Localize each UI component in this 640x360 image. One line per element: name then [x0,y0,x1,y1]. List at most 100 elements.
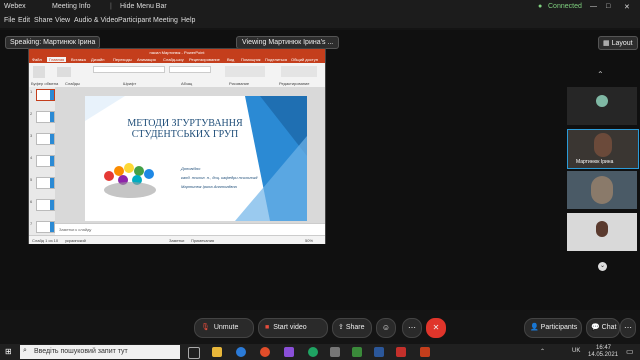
participant-tile[interactable] [567,171,637,209]
new-slide-icon[interactable] [57,67,71,77]
font-selector[interactable] [93,66,165,73]
file-explorer-icon[interactable] [212,347,222,357]
word-icon[interactable] [374,347,384,357]
slide-thumbnail[interactable] [36,111,55,123]
reactions-icon[interactable]: ☺ [376,318,396,338]
taskbar-search-box[interactable]: ⌕ Введіть пошуковий запит тут [20,345,180,359]
windows-taskbar: ⊞ ⌕ Введіть пошуковий запит тут ⌃ UK 16:… [0,344,640,360]
app-icon[interactable] [284,347,294,357]
ppt-tab[interactable]: Файл [32,57,42,62]
current-slide[interactable]: МЕТОДИ ЗГУРТУВАННЯ СТУДЕНТСЬКИХ ГРУП Доп… [85,96,307,221]
tray-arrow-icon[interactable]: ⌃ [540,348,545,355]
slide-thumbnail[interactable] [36,199,55,211]
chat-icon: 💬 [591,324,600,331]
paragraph-controls[interactable] [169,66,211,73]
title-bar: Webex Meeting Info | Hide Menu Bar ● Con… [0,0,640,14]
thumb-number: 3 [30,133,33,138]
unmute-button[interactable]: 🎙 Unmute [194,318,254,338]
start-video-button[interactable]: ■ Start video [258,318,328,338]
ppt-tab[interactable]: Дизайн [91,57,104,62]
participant-tile[interactable] [567,213,637,251]
task-view-icon[interactable] [188,347,200,359]
chrome-icon[interactable] [308,347,318,357]
participant-tile[interactable] [567,87,637,125]
share-icon: ⇪ [338,324,344,331]
comments-toggle[interactable]: Примечания [191,238,214,243]
notes-toggle[interactable]: Заметки [169,238,184,243]
ppt-ribbon-tabs: Файл Главная Вставка Дизайн Переходы Ани… [29,56,325,63]
powerpoint-icon[interactable] [420,347,430,357]
ppt-title-bar: насил Мартинюк - PowerPoint [29,49,325,56]
maximize-window-button[interactable]: □ [606,3,610,10]
menu-help[interactable]: Help [181,17,195,24]
ppt-tab[interactable]: Поделиться [265,57,287,62]
connection-status-icon: ● [538,3,543,10]
menu-participant[interactable]: Participant [118,17,151,24]
language-indicator[interactable]: UK [572,348,580,354]
ppt-tab[interactable]: Анимация [137,57,156,62]
slide-thumbnail[interactable] [36,177,55,189]
slide-thumbnail[interactable] [36,89,55,101]
menu-bar: File Edit Share View Audio & Video Parti… [0,14,640,28]
share-button[interactable]: ⇪ Share [332,318,372,338]
participants-button[interactable]: 👤 Participants [524,318,582,338]
menu-file[interactable]: File [4,17,15,24]
slide-thumbnail[interactable] [36,133,55,145]
participants-label: Participants [540,324,578,331]
ppt-tab-active[interactable]: Главная [47,57,67,62]
close-window-button[interactable]: ✕ [624,3,630,11]
clock-date[interactable]: 14.05.2021 [588,352,618,358]
more-panels-icon[interactable]: ⋯ [620,318,636,338]
ppt-tab[interactable]: Слайд-шоу [163,57,184,62]
clock-time[interactable]: 16:47 [596,345,611,351]
participant-tile-active-speaker[interactable]: Мартинюк Ірина [567,129,639,169]
ppt-tab[interactable]: Вставка [71,57,86,62]
thumb-number: 5 [30,177,33,182]
app-icon[interactable] [330,347,340,357]
windows-start-icon[interactable]: ⊞ [5,347,12,356]
thumb-number: 4 [30,155,33,160]
layout-icon: ▦ [603,40,612,47]
ppt-tab[interactable]: Вид [227,57,234,62]
editing-tools[interactable] [281,66,317,77]
leave-meeting-icon[interactable]: ✕ [426,318,446,338]
presenter-label: Доповідач: [181,166,201,171]
notifications-icon[interactable]: ▭ [626,347,634,356]
menu-meeting[interactable]: Meeting [153,17,178,24]
hide-menu-bar-button[interactable]: Hide Menu Bar [120,3,167,10]
opera-icon[interactable] [260,347,270,357]
menu-audio-video[interactable]: Audio & Video [74,17,118,24]
layout-button[interactable]: ▦ Layout [598,36,638,50]
thumb-number: 2 [30,111,33,116]
paste-icon[interactable] [33,66,45,78]
ribbon-group-label: Редактирование [279,81,310,86]
menu-view[interactable]: View [55,17,70,24]
participant-video [596,221,608,237]
slide-thumbnail[interactable] [36,155,55,167]
menu-edit[interactable]: Edit [18,17,30,24]
webex-app-label: Webex [4,3,26,10]
edge-icon[interactable] [236,347,246,357]
shared-powerpoint-window[interactable]: насил Мартинюк - PowerPoint Файл Главная… [28,48,326,244]
participant-video [594,133,612,157]
minimize-window-button[interactable]: — [590,3,597,10]
ppt-tab[interactable]: Переходы [113,57,132,62]
more-options-icon[interactable]: ⋯ [402,318,422,338]
notes-placeholder: Заметки к слайду [59,227,92,232]
ppt-tab[interactable]: Рецензирование [189,57,220,62]
ribbon-group-label: Слайды [65,81,80,86]
menu-share[interactable]: Share [34,17,53,24]
search-icon: ⌕ [23,347,27,354]
chat-button[interactable]: 💬 Chat [586,318,620,338]
scroll-down-icon[interactable]: ⌄ [598,262,607,271]
meeting-info-tab[interactable]: Meeting Info [52,3,91,10]
zoom-level[interactable]: 50% [305,238,313,243]
ppt-tab[interactable]: Помощник [241,57,261,62]
ppt-tab[interactable]: Общий доступ [291,57,318,62]
presenter-title: канд. психол. н., доц. кафедри психологі… [181,175,258,180]
pdf-icon[interactable] [396,347,406,357]
drawing-shapes[interactable] [225,66,265,77]
scroll-up-icon[interactable]: ⌃ [597,70,604,79]
app-icon[interactable] [352,347,362,357]
slide-thumbnail[interactable] [36,221,55,233]
